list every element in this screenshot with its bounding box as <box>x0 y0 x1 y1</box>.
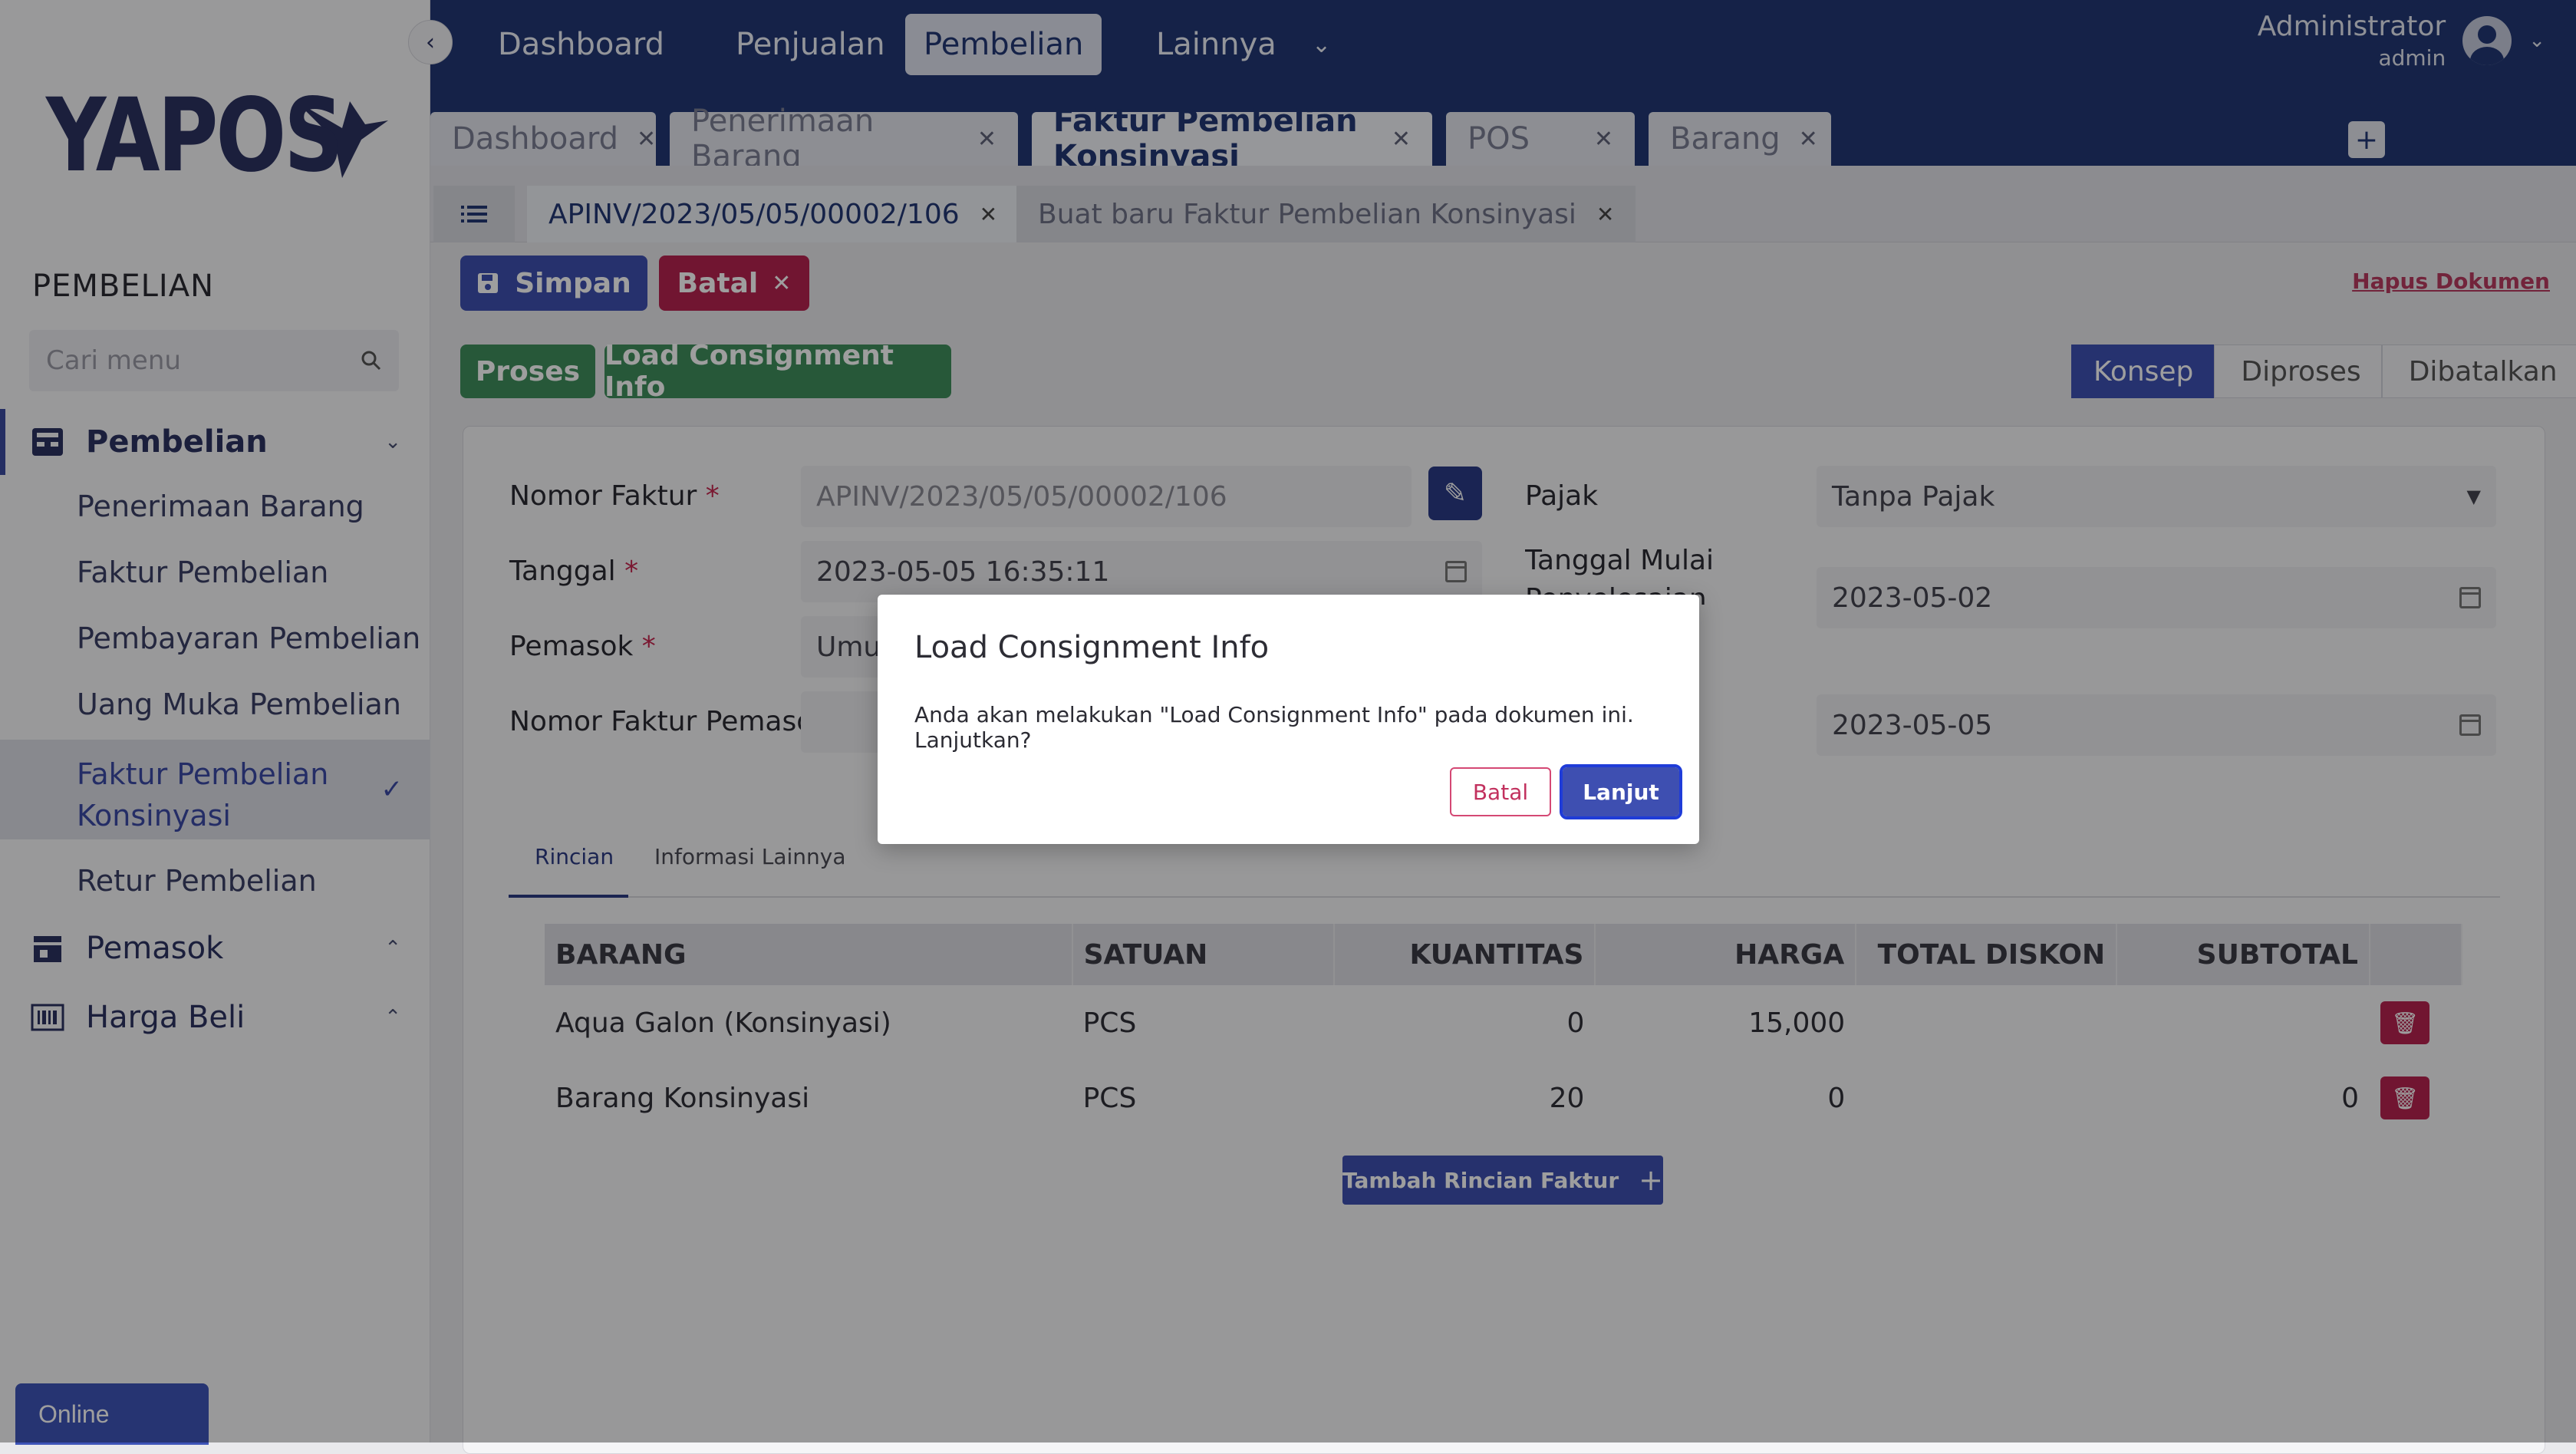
confirm-dialog: Load Consignment Info Anda akan melakuka… <box>878 595 1699 844</box>
dialog-title: Load Consignment Info <box>914 630 1270 665</box>
dialog-cancel-button[interactable]: Batal <box>1450 767 1551 816</box>
dialog-message: Anda akan melakukan "Load Consignment In… <box>914 702 1634 753</box>
dialog-confirm-button[interactable]: Lanjut <box>1560 764 1682 819</box>
